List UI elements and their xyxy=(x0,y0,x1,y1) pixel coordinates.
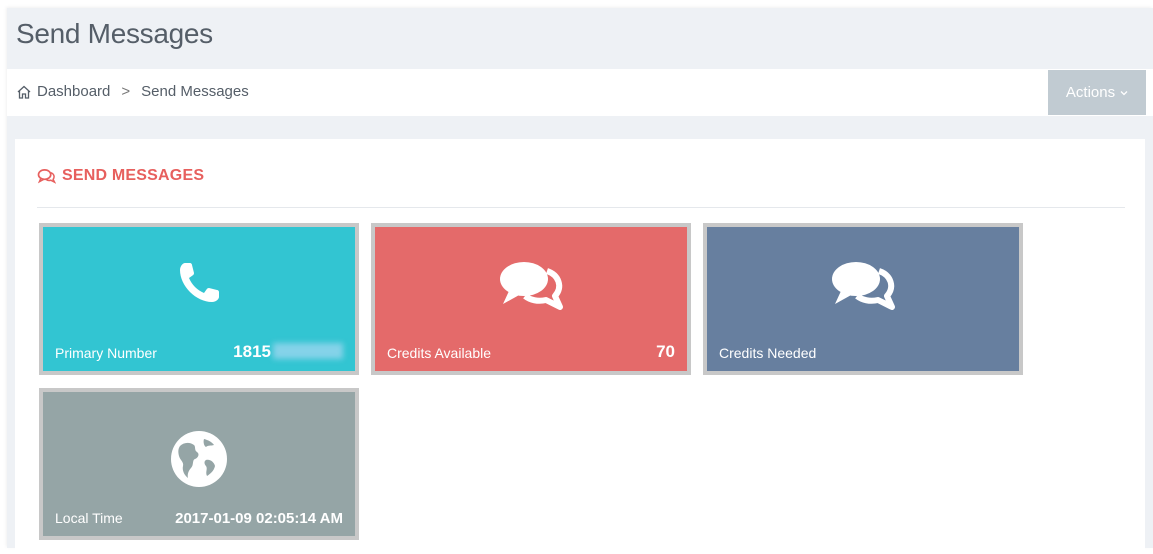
divider xyxy=(37,207,1125,208)
actions-button[interactable]: Actions xyxy=(1048,70,1146,115)
tile-label: Credits Needed xyxy=(719,345,817,361)
tile-value: 70 xyxy=(656,342,675,361)
actions-button-label: Actions xyxy=(1065,84,1116,101)
portlet-title-text: SEND MESSAGES xyxy=(62,167,205,184)
tile-label: Primary Number xyxy=(55,345,157,361)
comments-icon xyxy=(500,262,563,310)
local-time-tile[interactable]: Local Time 2017-01-09 02:05:14 AM xyxy=(39,388,359,540)
home-icon xyxy=(17,85,31,99)
primary-number-value: 1815 xyxy=(233,342,271,361)
primary-number-tile[interactable]: Primary Number 1815 xyxy=(39,223,359,375)
breadcrumb-current: Send Messages xyxy=(141,83,249,100)
credits-available-tile[interactable]: Credits Available 70 xyxy=(371,223,691,375)
comments-icon xyxy=(832,262,895,310)
portlet-title: SEND MESSAGES xyxy=(37,167,204,185)
tile-label: Local Time xyxy=(55,510,123,526)
redacted-digits xyxy=(273,343,343,359)
breadcrumb: Dashboard > Send Messages xyxy=(16,83,249,100)
send-messages-portlet: SEND MESSAGES Primary Number 1815 Credit… xyxy=(15,139,1145,554)
comments-icon xyxy=(37,169,56,184)
credits-needed-tile[interactable]: Credits Needed xyxy=(703,223,1023,375)
page-title: Send Messages xyxy=(16,18,213,49)
phone-icon xyxy=(180,263,219,302)
tile-label: Credits Available xyxy=(387,345,492,361)
tile-value: 2017-01-09 02:05:14 AM xyxy=(175,510,343,527)
tile-value: 1815 xyxy=(233,342,343,362)
page-container: Send Messages Dashboard > Send Messages … xyxy=(7,8,1153,554)
globe-icon xyxy=(171,431,227,487)
breadcrumb-bar: Dashboard > Send Messages Actions xyxy=(7,69,1153,116)
chevron-down-icon xyxy=(1120,90,1128,95)
breadcrumb-separator: > xyxy=(121,83,131,100)
breadcrumb-dashboard-link[interactable]: Dashboard xyxy=(37,83,110,100)
